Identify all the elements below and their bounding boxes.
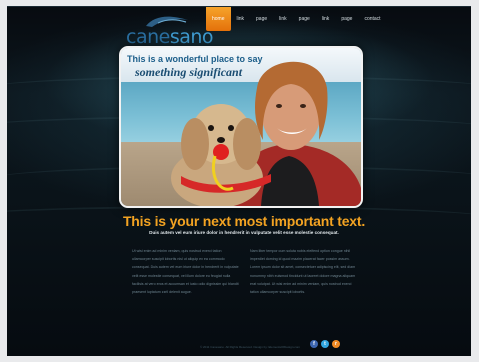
hero-tagline: This is a wonderful place to say — [127, 54, 263, 64]
social-links: f t r — [310, 340, 340, 348]
nav-link[interactable]: link — [273, 7, 293, 31]
site-logo[interactable]: canesano — [126, 16, 216, 48]
nav-page[interactable]: page — [293, 7, 316, 31]
twitter-icon[interactable]: t — [321, 340, 329, 348]
nav-contact[interactable]: contact — [358, 7, 386, 31]
hero-image: This is a wonderful place to say somethi… — [119, 46, 363, 208]
hero-tagline-emphasis: something significant — [135, 65, 243, 79]
sub-headline: Duis autem vel eum iriure dolor in hendr… — [149, 230, 339, 235]
logo-text: canesano — [126, 26, 214, 48]
nav-page[interactable]: page — [250, 7, 273, 31]
facebook-icon[interactable]: f — [310, 340, 318, 348]
nav-link[interactable]: link — [231, 7, 251, 31]
nav-link[interactable]: link — [316, 7, 336, 31]
main-headline: This is your next most important text. — [122, 213, 366, 229]
nav-home[interactable]: home — [206, 7, 231, 31]
body-text-right: Nam liber tempor cum soluta nobis eleife… — [250, 249, 356, 295]
body-text-left: Ut wisi enim ad minim veniam, quis nostr… — [132, 249, 239, 295]
main-nav: home link page link page link page conta… — [206, 7, 387, 31]
rss-icon[interactable]: r — [332, 340, 340, 348]
nav-page[interactable]: page — [335, 7, 358, 31]
